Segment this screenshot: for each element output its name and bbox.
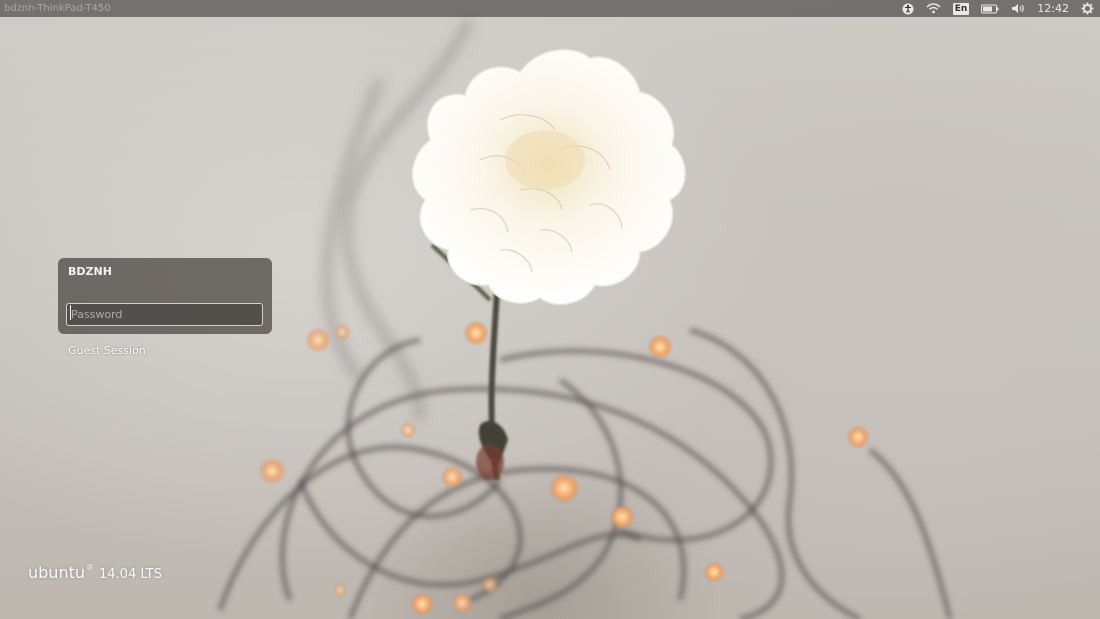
- clock[interactable]: 12:42: [1037, 0, 1069, 17]
- text-cursor: [70, 305, 71, 320]
- top-panel: bdznh-ThinkPad-T450 En 12:42: [0, 0, 1100, 17]
- guest-session-button[interactable]: Guest Session: [68, 344, 146, 357]
- keyboard-layout-indicator[interactable]: En: [952, 0, 970, 17]
- password-input[interactable]: [66, 303, 263, 326]
- user-name[interactable]: BDZNH: [68, 265, 112, 278]
- ubuntu-version: 14.04 LTS: [99, 567, 162, 582]
- battery-icon[interactable]: [981, 0, 999, 17]
- login-box: BDZNH: [58, 258, 272, 334]
- indicator-area: En 12:42: [896, 0, 1100, 17]
- ubuntu-logo-text: ubuntu: [28, 563, 85, 582]
- gear-icon[interactable]: [1081, 0, 1094, 17]
- hostname-label: bdznh-ThinkPad-T450: [4, 3, 111, 14]
- wifi-icon[interactable]: [926, 0, 941, 17]
- volume-icon[interactable]: [1011, 0, 1025, 17]
- lock-screen: bdznh-ThinkPad-T450 En 12:42 BDZNH Guest…: [0, 0, 1100, 619]
- keyboard-layout-label: En: [952, 2, 970, 15]
- registered-mark: ®: [86, 563, 94, 572]
- accessibility-icon[interactable]: [902, 0, 914, 17]
- carnation-flower: [411, 48, 686, 306]
- ubuntu-branding: ubuntu ® 14.04 LTS: [28, 563, 162, 582]
